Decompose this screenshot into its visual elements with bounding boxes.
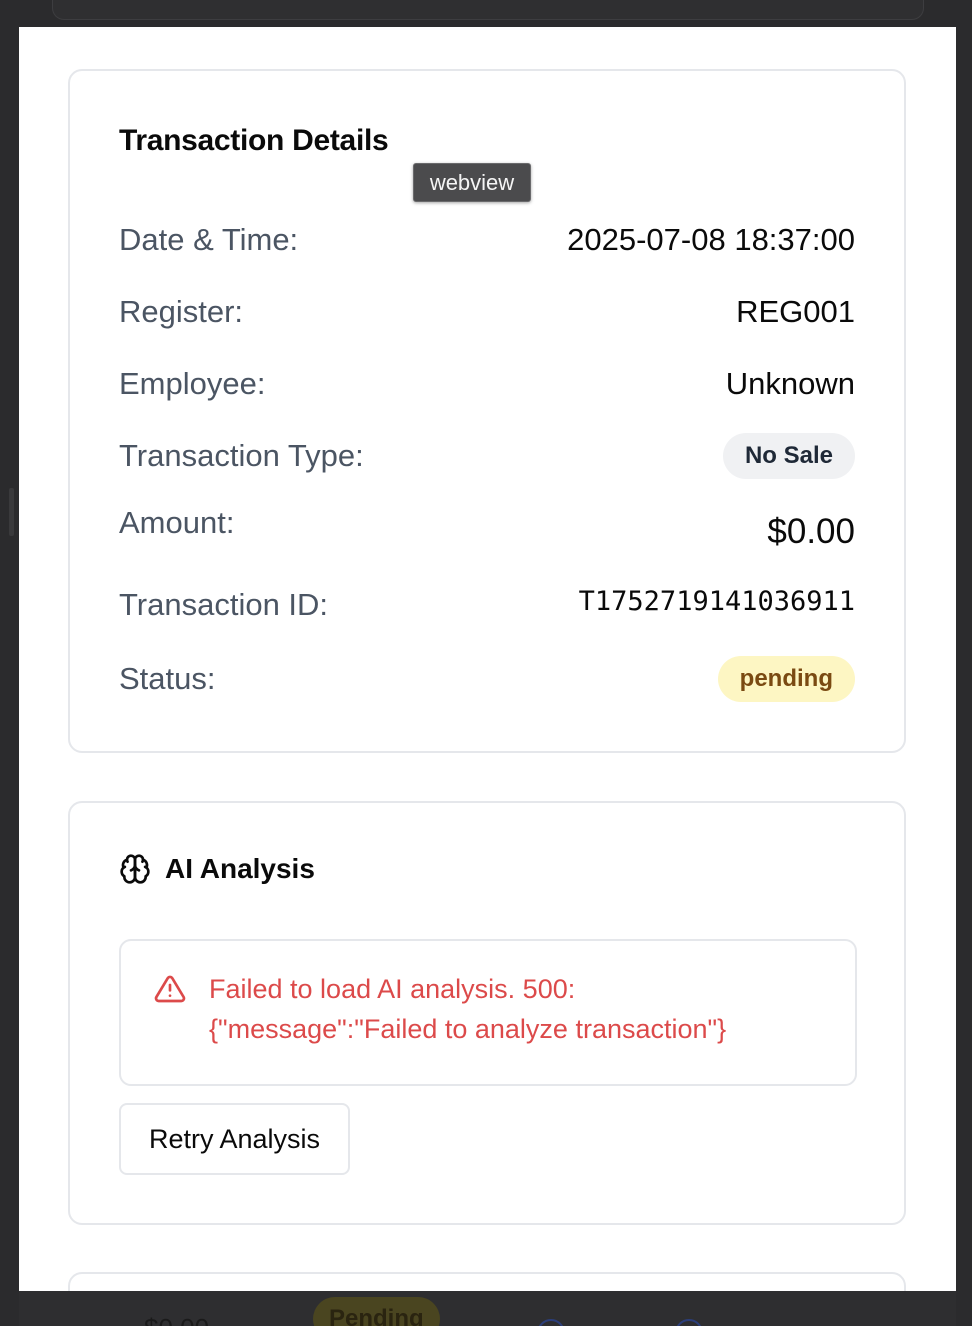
type-label: Transaction Type: — [119, 438, 364, 473]
error-alert: Failed to load AI analysis. 500: {"messa… — [119, 939, 857, 1086]
detail-row-amount: Amount: $0.00 — [119, 504, 855, 552]
brain-icon — [119, 853, 151, 885]
resize-handle[interactable] — [9, 488, 14, 536]
view-icon[interactable] — [537, 1319, 565, 1326]
register-value: REG001 — [736, 294, 855, 329]
error-line-2: {"message":"Failed to analyze transactio… — [209, 1014, 727, 1044]
ai-analysis-header: AI Analysis — [119, 853, 315, 885]
employee-label: Employee: — [119, 366, 266, 401]
background-card-edge — [52, 0, 924, 20]
datetime-value: 2025-07-08 18:37:00 — [567, 222, 855, 257]
webview-panel: Transaction Details Date & Time: 2025-07… — [19, 27, 956, 1291]
amount-label: Amount: — [119, 505, 235, 540]
detail-row-register: Register: REG001 — [119, 288, 855, 336]
webview-tooltip: webview — [413, 163, 531, 202]
ai-analysis-title: AI Analysis — [165, 853, 315, 884]
status-label: Status: — [119, 661, 216, 696]
retry-analysis-button[interactable]: Retry Analysis — [119, 1103, 350, 1175]
warning-icon — [153, 973, 187, 1005]
ai-analysis-card: AI Analysis Failed to load AI analysis. … — [68, 801, 906, 1225]
detail-row-employee: Employee: Unknown — [119, 360, 855, 408]
underlying-row-inner: $0.00 Pending — [19, 1291, 956, 1326]
error-line-1: Failed to load AI analysis. 500: — [209, 974, 576, 1004]
register-label: Register: — [119, 294, 244, 329]
amount-value: $0.00 — [767, 512, 855, 551]
detail-row-status: Status: pending — [119, 655, 855, 703]
underlying-status-badge: Pending — [313, 1297, 440, 1326]
id-label: Transaction ID: — [119, 587, 329, 622]
underlying-list-row: $0.00 Pending — [0, 1291, 972, 1326]
next-card-edge — [68, 1272, 906, 1291]
datetime-label: Date & Time: — [119, 222, 299, 257]
type-badge: No Sale — [722, 433, 855, 479]
error-message: Failed to load AI analysis. 500: {"messa… — [209, 969, 829, 1049]
detail-row-datetime: Date & Time: 2025-07-08 18:37:00 — [119, 216, 855, 264]
detail-row-id: Transaction ID: T1752719141036911 — [119, 581, 855, 629]
underlying-amount: $0.00 — [144, 1313, 209, 1326]
id-value: T1752719141036911 — [578, 585, 855, 617]
status-badge: pending — [717, 656, 855, 702]
edit-icon[interactable] — [675, 1319, 703, 1326]
card-title: Transaction Details — [119, 124, 389, 157]
detail-row-type: Transaction Type: No Sale — [119, 432, 855, 480]
employee-value: Unknown — [725, 366, 855, 401]
